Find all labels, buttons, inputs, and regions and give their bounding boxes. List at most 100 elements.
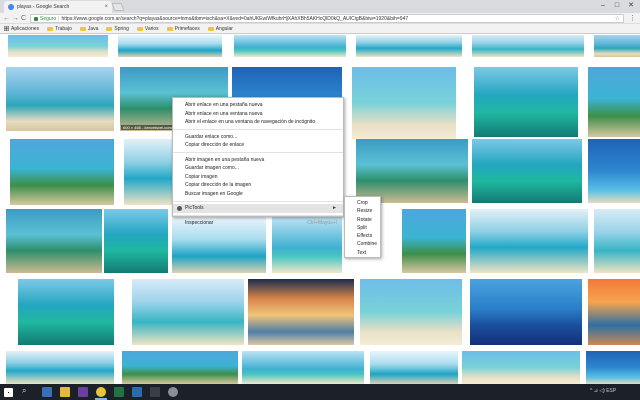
- image-result[interactable]: [104, 209, 168, 273]
- menu-inspect[interactable]: Inspeccionar Ctrl+Mayús+I: [173, 219, 343, 228]
- bookmark-spring[interactable]: Spring: [106, 26, 129, 32]
- menu-save-link-as[interactable]: Guardar enlace como...: [173, 133, 343, 142]
- menu-search-image-google[interactable]: Buscar imagen en Google: [173, 190, 343, 199]
- submenu-split[interactable]: Split: [345, 224, 380, 232]
- folder-icon: [47, 26, 54, 31]
- menu-pictools[interactable]: PicTools ►: [173, 204, 343, 213]
- bookmarks-bar: Aplicaciones Trabajo Java Spring Varios …: [0, 24, 640, 34]
- image-result[interactable]: [470, 279, 582, 345]
- image-result[interactable]: [242, 351, 364, 384]
- submenu-combine[interactable]: Combine: [345, 240, 380, 248]
- bookmark-label: Primefaces: [174, 25, 200, 32]
- excel-icon[interactable]: [114, 387, 124, 397]
- image-result[interactable]: [132, 279, 244, 345]
- menu-copy-link-address[interactable]: Copiar dirección de enlace: [173, 141, 343, 150]
- submenu-resize[interactable]: Resize: [345, 207, 380, 215]
- visual-studio-icon[interactable]: [78, 387, 88, 397]
- submenu-text[interactable]: Text: [345, 249, 380, 257]
- image-result[interactable]: [462, 351, 580, 384]
- lock-icon: [34, 16, 38, 21]
- image-result[interactable]: [356, 139, 468, 203]
- tab-playas[interactable]: playas - Google Search ×: [4, 1, 112, 13]
- menu-pictools-label: PicTools: [185, 205, 204, 211]
- menu-open-link-new-tab[interactable]: Abrir enlace en una pestaña nueva: [173, 101, 343, 110]
- browser-menu-icon[interactable]: ⋮: [629, 14, 636, 23]
- bookmark-star-icon[interactable]: ☆: [615, 15, 620, 22]
- image-result[interactable]: [6, 67, 114, 131]
- image-result[interactable]: [122, 351, 238, 384]
- image-result[interactable]: [124, 139, 174, 205]
- image-result[interactable]: [588, 279, 640, 345]
- image-result[interactable]: [18, 279, 114, 345]
- image-result[interactable]: [588, 139, 640, 203]
- menu-inspect-label: Inspeccionar: [185, 219, 214, 226]
- bookmark-label: Varios: [144, 25, 159, 32]
- menu-open-link-new-window[interactable]: Abrir enlace en una ventana nueva: [173, 110, 343, 119]
- context-menu: Abrir enlace en una pestaña nueva Abrir …: [172, 97, 344, 226]
- folder-icon: [207, 26, 214, 31]
- chrome-icon[interactable]: [96, 387, 106, 397]
- system-tray[interactable]: ^ ⊿ ◁) ESP: [590, 388, 616, 394]
- word-icon[interactable]: [132, 387, 142, 397]
- media-player-icon[interactable]: [150, 387, 160, 397]
- image-result[interactable]: [118, 35, 222, 57]
- menu-separator: [173, 215, 343, 216]
- image-result[interactable]: [10, 139, 114, 205]
- settings-icon[interactable]: [168, 387, 178, 397]
- back-button[interactable]: ←: [3, 14, 10, 23]
- toolbar: ← → C Seguro | https://www.google.com.ar…: [0, 13, 640, 24]
- menu-copy-image-address[interactable]: Copiar dirección de la imagen: [173, 181, 343, 190]
- maximize-button[interactable]: □: [610, 0, 624, 12]
- image-result[interactable]: [234, 35, 346, 57]
- pictools-icon: [177, 206, 182, 211]
- menu-open-image-new-tab[interactable]: Abrir imagen en una pestaña nueva: [173, 156, 343, 165]
- image-result[interactable]: [588, 67, 640, 137]
- outlook-icon[interactable]: [42, 387, 52, 397]
- tab-strip: playas - Google Search × – □ ✕: [0, 0, 640, 13]
- address-bar[interactable]: Seguro | https://www.google.com.ar/searc…: [30, 14, 624, 23]
- tab-close-icon[interactable]: ×: [104, 4, 108, 10]
- menu-copy-image[interactable]: Copiar imagen: [173, 173, 343, 182]
- image-result[interactable]: [370, 351, 458, 384]
- image-result[interactable]: [472, 35, 584, 57]
- minimize-button[interactable]: –: [596, 0, 610, 12]
- bookmark-angular[interactable]: Angular: [207, 26, 233, 32]
- bookmark-java[interactable]: Java: [79, 25, 99, 32]
- image-result[interactable]: [248, 279, 354, 345]
- image-result[interactable]: [356, 35, 462, 57]
- image-result[interactable]: [402, 209, 466, 273]
- submenu-effects[interactable]: Effects: [345, 232, 380, 240]
- bookmark-primefaces[interactable]: Primefaces: [166, 25, 200, 32]
- image-result[interactable]: [472, 139, 582, 203]
- bookmark-varios[interactable]: Varios: [136, 25, 159, 32]
- image-result[interactable]: [470, 209, 588, 273]
- reload-button[interactable]: C: [21, 14, 26, 23]
- search-icon[interactable]: ⌕: [22, 386, 26, 396]
- image-result[interactable]: [6, 209, 102, 273]
- file-explorer-icon[interactable]: [60, 387, 70, 397]
- image-result[interactable]: [474, 67, 578, 137]
- bookmark-label: Trabajo: [55, 25, 72, 32]
- separator: |: [58, 15, 60, 22]
- submenu-rotate[interactable]: Rotate: [345, 216, 380, 224]
- submenu-crop[interactable]: Crop: [345, 199, 380, 207]
- image-result[interactable]: [360, 279, 462, 345]
- forward-button[interactable]: →: [12, 14, 19, 23]
- menu-save-image-as[interactable]: Guardar imagen como...: [173, 164, 343, 173]
- bookmark-trabajo[interactable]: Trabajo: [47, 26, 72, 32]
- desktop: playas - Google Search × – □ ✕ ← → C Seg…: [0, 0, 640, 400]
- bookmark-aplicaciones[interactable]: Aplicaciones: [4, 26, 39, 32]
- image-result[interactable]: [8, 35, 108, 57]
- new-tab-button[interactable]: [111, 3, 125, 11]
- windows-start-icon[interactable]: [4, 387, 13, 397]
- image-result[interactable]: [594, 35, 640, 57]
- menu-open-link-incognito[interactable]: Abrir el enlace en una ventana de navega…: [173, 118, 343, 127]
- url-text[interactable]: https://www.google.com.ar/search?q=playa…: [61, 16, 612, 22]
- image-result[interactable]: [594, 209, 640, 273]
- bookmark-label: Java: [87, 25, 99, 32]
- image-result[interactable]: [6, 351, 114, 384]
- close-window-button[interactable]: ✕: [624, 0, 638, 12]
- image-result[interactable]: [586, 351, 640, 384]
- apps-icon: [4, 26, 9, 31]
- image-result[interactable]: [352, 67, 456, 139]
